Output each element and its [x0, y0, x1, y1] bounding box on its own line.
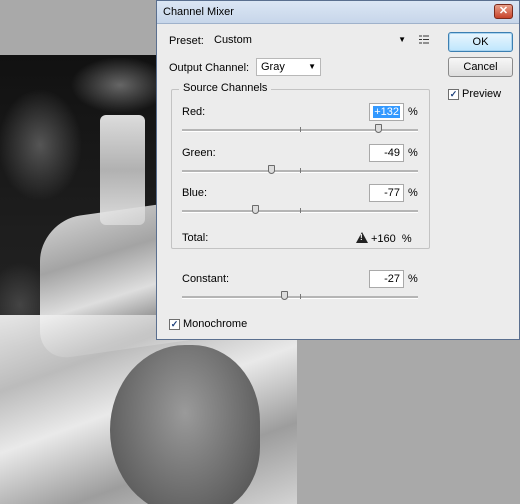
output-channel-select[interactable]: Gray ▼	[256, 58, 321, 76]
red-value: +132	[373, 106, 400, 118]
dialog-titlebar[interactable]: Channel Mixer ✕	[157, 1, 519, 24]
ok-button[interactable]: OK	[448, 32, 513, 52]
total-percent: %	[401, 233, 412, 245]
output-channel-value: Gray	[261, 61, 285, 73]
preview-checkbox[interactable]: ✓	[448, 89, 459, 100]
constant-value: -27	[384, 273, 400, 285]
chevron-down-icon: ▼	[398, 35, 406, 44]
blue-slider-thumb[interactable]	[252, 205, 259, 214]
monochrome-checkbox[interactable]: ✓	[169, 319, 180, 330]
slider-center-tick	[300, 127, 301, 132]
green-value-field[interactable]: -49	[369, 144, 404, 162]
output-channel-label: Output Channel:	[169, 62, 250, 74]
total-label: Total:	[182, 232, 209, 244]
photo-rock	[110, 345, 260, 504]
green-label: Green:	[182, 147, 216, 159]
blue-label: Blue:	[182, 187, 208, 199]
blue-percent: %	[408, 187, 418, 199]
constant-slider[interactable]	[182, 291, 418, 300]
red-slider[interactable]	[182, 124, 418, 133]
preset-label: Preset:	[169, 35, 204, 47]
warning-icon	[356, 232, 368, 243]
checkmark-icon: ✓	[170, 319, 179, 329]
red-label: Red:	[182, 106, 206, 118]
source-channels-title: Source Channels	[179, 82, 272, 94]
cancel-button[interactable]: Cancel	[448, 57, 513, 77]
list-options-icon[interactable]	[419, 35, 429, 44]
chevron-down-icon: ▼	[308, 62, 316, 71]
green-percent: %	[408, 147, 418, 159]
red-slider-thumb[interactable]	[375, 124, 382, 133]
monochrome-label: Monochrome	[183, 318, 248, 330]
channel-mixer-dialog: Channel Mixer ✕ Preset: Custom ▼ Output …	[156, 0, 520, 340]
red-value-field[interactable]: +132	[369, 103, 404, 121]
green-slider-thumb[interactable]	[268, 165, 275, 174]
blue-value-field[interactable]: -77	[369, 184, 404, 202]
close-icon[interactable]: ✕	[494, 4, 513, 19]
green-slider[interactable]	[182, 165, 418, 174]
green-value: -49	[384, 147, 400, 159]
constant-label: Constant:	[182, 273, 230, 285]
checkmark-icon: ✓	[449, 89, 458, 99]
constant-value-field[interactable]: -27	[369, 270, 404, 288]
constant-slider-thumb[interactable]	[281, 291, 288, 300]
total-readout: +160 %	[356, 232, 412, 245]
slider-center-tick	[300, 168, 301, 173]
dialog-title: Channel Mixer	[163, 6, 234, 18]
blue-value: -77	[384, 187, 400, 199]
preset-value: Custom	[214, 34, 252, 46]
slider-center-tick	[300, 294, 301, 299]
preview-label: Preview	[462, 88, 502, 100]
red-percent: %	[408, 106, 418, 118]
preset-select[interactable]: Custom ▼	[210, 32, 410, 50]
slider-center-tick	[300, 208, 301, 213]
constant-percent: %	[408, 273, 418, 285]
blue-slider[interactable]	[182, 205, 418, 214]
total-value: +160	[371, 233, 396, 245]
